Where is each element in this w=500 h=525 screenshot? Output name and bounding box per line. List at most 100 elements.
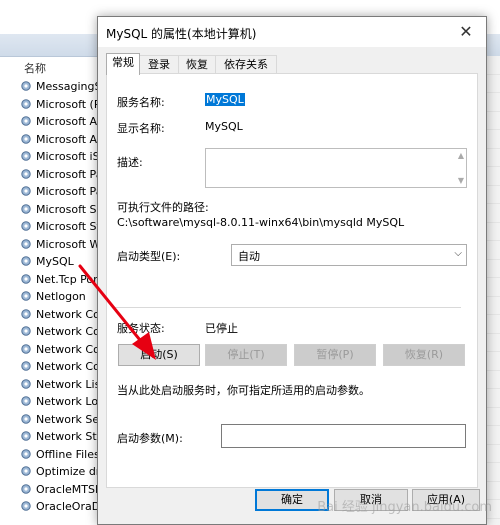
dialog-titlebar: MySQL 的属性(本地计算机) ✕ <box>98 17 486 47</box>
description-textarea[interactable]: ▲ ▼ <box>205 148 467 188</box>
service-name: Microsoft Pa <box>36 185 100 198</box>
list-item[interactable]: Microsoft St <box>20 218 100 236</box>
service-name: Network Co <box>36 342 100 356</box>
service-name: Microsoft iS <box>36 150 100 163</box>
start-button[interactable]: 启动(S) <box>118 344 200 366</box>
list-item[interactable]: Microsoft iS <box>20 148 100 166</box>
general-tab-panel: 服务名称: MySQL 显示名称: MySQL 描述: ▲ ▼ 可执行文件的路径… <box>106 73 478 488</box>
list-item[interactable]: Microsoft Ap <box>20 131 100 149</box>
gear-icon <box>21 308 31 319</box>
tab-general[interactable]: 常规 <box>106 53 140 75</box>
gear-icon <box>21 291 31 301</box>
list-item[interactable]: Microsoft Ac <box>20 113 100 131</box>
list-item[interactable]: Microsoft Pa <box>20 166 100 184</box>
dialog-title: MySQL 的属性(本地计算机) <box>106 27 257 41</box>
tab-dependencies[interactable]: 依存关系 <box>215 55 277 74</box>
start-params-input[interactable] <box>221 424 466 448</box>
gear-icon <box>21 466 31 476</box>
tab-recovery[interactable]: 恢复 <box>178 55 216 74</box>
service-name: MessagingS <box>36 80 100 93</box>
list-item[interactable]: Microsoft (R <box>20 96 100 114</box>
service-name: Microsoft Ac <box>36 115 100 128</box>
gear-icon <box>21 396 31 406</box>
resume-button[interactable]: 恢复(R) <box>383 344 465 366</box>
list-item[interactable]: Microsoft Pa <box>20 183 100 201</box>
list-item[interactable]: Net.Tcp Por <box>20 271 100 289</box>
list-item[interactable]: Optimize dri <box>20 463 100 481</box>
list-item[interactable]: Network Co <box>20 323 100 341</box>
start-params-label: 启动参数(M): <box>117 432 183 445</box>
service-name: OracleMTSR <box>36 482 100 496</box>
exe-path-value: C:\software\mysql-8.0.11-winx64\bin\mysq… <box>117 216 405 229</box>
gear-icon <box>21 326 31 336</box>
service-name: Microsoft St <box>36 220 100 233</box>
scroll-up-icon[interactable]: ▲ <box>458 151 464 160</box>
list-item[interactable]: Network Loc <box>20 393 100 411</box>
list-item[interactable]: Offline Files <box>20 446 100 464</box>
service-name-label: 服务名称: <box>117 96 165 109</box>
gear-icon <box>21 186 31 196</box>
chevron-down-icon[interactable]: ⌵ <box>454 248 462 259</box>
service-name: Microsoft W <box>36 237 100 251</box>
list-item[interactable]: OracleMTSR <box>20 481 100 499</box>
service-name: Network Sto <box>36 430 100 443</box>
divider <box>115 307 461 308</box>
service-name: Network Set <box>36 412 100 426</box>
service-name: Microsoft Pa <box>36 167 100 181</box>
gear-icon <box>21 203 31 214</box>
gear-icon <box>21 273 31 284</box>
startup-type-value: 自动 <box>238 250 260 263</box>
startup-type-label: 启动类型(E): <box>117 250 181 263</box>
gear-icon <box>21 501 31 511</box>
list-item[interactable]: Network Set <box>20 411 100 429</box>
gear-icon <box>21 343 31 354</box>
services-list: MessagingS Microsoft (R Microsoft Ac Micros… <box>20 78 100 516</box>
list-item[interactable]: MessagingS <box>20 78 100 96</box>
description-label: 描述: <box>117 156 143 169</box>
column-header-name[interactable]: 名称 <box>24 60 46 76</box>
close-icon[interactable]: ✕ <box>446 17 486 47</box>
gear-icon <box>21 431 31 441</box>
startup-type-select[interactable]: 自动 ⌵ <box>231 244 467 266</box>
gear-icon <box>21 133 31 144</box>
tab-logon[interactable]: 登录 <box>139 55 179 74</box>
display-name-label: 显示名称: <box>117 122 165 135</box>
pause-button[interactable]: 暂停(P) <box>294 344 376 366</box>
list-item[interactable]: Network List <box>20 376 100 394</box>
gear-icon <box>21 168 31 179</box>
exe-path-label: 可执行文件的路径: <box>117 201 209 214</box>
list-item[interactable]: Network Co <box>20 341 100 359</box>
service-status-value: 已停止 <box>205 322 238 335</box>
list-item[interactable]: Microsoft Sc <box>20 201 100 219</box>
service-name-value[interactable]: MySQL <box>205 93 245 106</box>
gear-icon <box>21 151 31 161</box>
gear-icon <box>21 483 31 494</box>
gear-icon <box>21 256 31 266</box>
service-name: Offline Files <box>36 447 100 461</box>
service-name: Microsoft Sc <box>36 202 100 216</box>
service-name: Microsoft (R <box>36 97 100 111</box>
gear-icon <box>21 378 31 389</box>
gear-icon <box>21 413 31 424</box>
scroll-down-icon[interactable]: ▼ <box>458 176 464 185</box>
properties-dialog: MySQL 的属性(本地计算机) ✕ 常规 登录 恢复 依存关系 服务名称: M… <box>97 16 487 525</box>
service-name: Network Co <box>36 360 100 373</box>
service-name: Netlogon <box>36 290 86 303</box>
service-name: MySQL <box>36 255 74 268</box>
list-item[interactable]: Netlogon <box>20 288 100 306</box>
gear-icon <box>21 98 31 109</box>
display-name-value[interactable]: MySQL <box>205 120 243 133</box>
list-item[interactable]: OracleOraDl <box>20 498 100 516</box>
service-name: Optimize dri <box>36 465 100 478</box>
gear-icon <box>21 238 31 249</box>
list-item[interactable]: MySQL <box>20 253 100 271</box>
service-name: Microsoft Ap <box>36 132 100 146</box>
gear-icon <box>21 361 31 371</box>
list-item[interactable]: Network Sto <box>20 428 100 446</box>
service-status-label: 服务状态: <box>117 322 165 335</box>
stop-button[interactable]: 停止(T) <box>205 344 287 366</box>
list-item[interactable]: Network Co <box>20 358 100 376</box>
watermark-logo: Bai 经验 jingyan.baidu.com <box>317 500 492 515</box>
list-item[interactable]: Network Co <box>20 306 100 324</box>
list-item[interactable]: Microsoft W <box>20 236 100 254</box>
